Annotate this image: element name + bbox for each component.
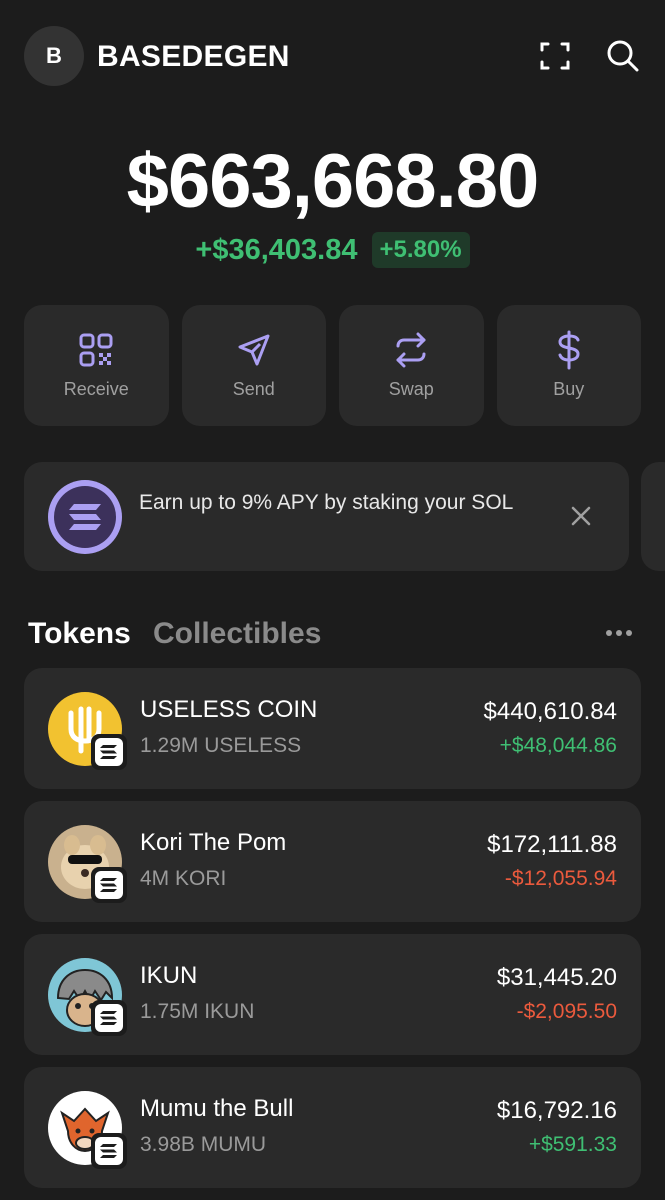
total-balance: $663,668.80 [126,139,540,224]
qr-code-icon [77,331,115,369]
wallet-screen: B BASEDEGEN $663,668.80 +$36,403.84 +5.8… [0,0,665,1200]
solana-chain-icon [91,734,127,770]
staking-promo-banner[interactable]: Earn up to 9% APY by staking your SOL [24,462,629,571]
dollar-icon [550,330,588,370]
token-row[interactable]: IKUN 1.75M IKUN $31,445.20 -$2,095.50 [24,934,641,1055]
token-amount: 1.75M IKUN [140,1000,255,1023]
token-value: $16,792.16 [496,1097,617,1124]
swap-label: Swap [388,379,434,399]
balance-change-percent: +5.80% [371,232,470,268]
solana-chain-icon [91,1000,127,1036]
send-button[interactable]: Send [181,305,326,426]
buy-label: Buy [553,379,585,399]
tab-tokens[interactable]: Tokens [28,617,131,651]
token-name: IKUN [140,962,198,989]
send-label: Send [232,379,275,399]
next-promo-card[interactable] [641,462,665,571]
token-change: +$591.33 [528,1133,617,1156]
balance-change-row: +$36,403.84 +5.80% [0,232,665,268]
solana-chain-icon [91,867,127,903]
buy-button[interactable]: Buy [496,305,641,426]
swap-button[interactable]: Swap [339,305,484,426]
token-change: +$48,044.86 [499,734,617,757]
token-value: $172,111.88 [487,831,617,858]
asset-tabs: Tokens Collectibles [28,617,640,657]
token-row[interactable]: Mumu the Bull 3.98B MUMU $16,792.16 +$59… [24,1067,641,1188]
close-icon[interactable] [569,504,593,528]
kori-logo [48,825,127,903]
scan-icon[interactable] [537,38,573,74]
token-change: -$2,095.50 [516,1000,617,1023]
mumu-logo [48,1091,127,1169]
action-buttons: Receive Send Swap Buy [24,305,641,426]
more-options-icon[interactable] [606,627,636,639]
send-icon [235,331,273,369]
balance-change-amount: +$36,403.84 [195,233,358,266]
solana-icon [48,480,122,554]
account-avatar[interactable]: B [24,26,84,86]
token-value: $440,610.84 [483,698,617,725]
search-icon[interactable] [605,38,641,74]
token-amount: 3.98B MUMU [140,1133,267,1156]
token-change: -$12,055.94 [504,867,617,890]
token-value: $31,445.20 [496,964,617,991]
useless-coin-logo [48,692,127,770]
header: B BASEDEGEN [24,26,641,88]
swap-icon [392,331,430,369]
token-name: Kori The Pom [140,829,287,856]
ikun-logo [48,958,127,1036]
tab-collectibles[interactable]: Collectibles [153,617,321,651]
token-name: USELESS COIN [140,696,318,723]
token-row[interactable]: USELESS COIN 1.29M USELESS $440,610.84 +… [24,668,641,789]
token-amount: 4M KORI [140,867,227,890]
token-amount: 1.29M USELESS [140,734,302,757]
receive-label: Receive [63,379,129,399]
token-row[interactable]: Kori The Pom 4M KORI $172,111.88 -$12,05… [24,801,641,922]
account-name[interactable]: BASEDEGEN [97,40,290,74]
token-name: Mumu the Bull [140,1095,294,1122]
receive-button[interactable]: Receive [24,305,169,426]
solana-chain-icon [91,1133,127,1169]
promo-text: Earn up to 9% APY by staking your SOL [139,491,514,514]
